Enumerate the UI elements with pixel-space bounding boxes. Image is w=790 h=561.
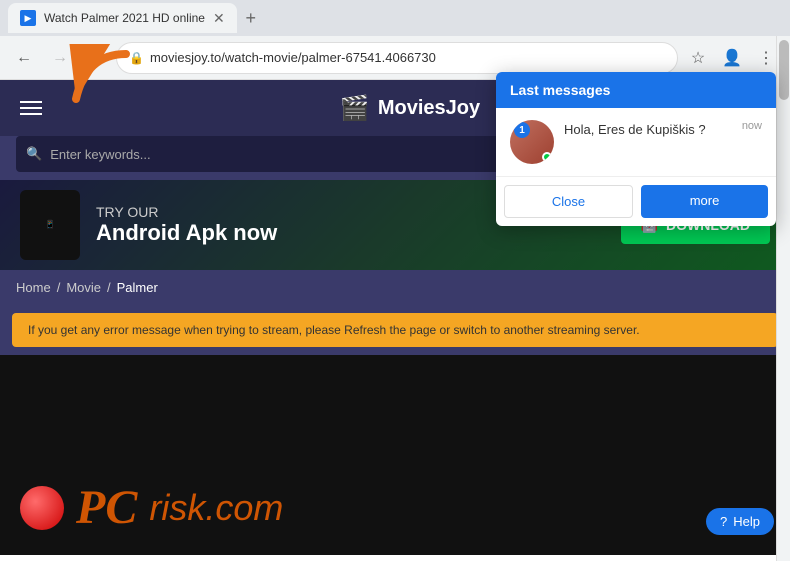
help-label: Help (733, 514, 760, 529)
breadcrumb: Home / Movie / Palmer (0, 270, 790, 305)
search-icon: 🔍 (26, 146, 42, 162)
chat-time: now (742, 120, 762, 132)
online-dot (542, 152, 552, 162)
chat-header: Last messages (496, 72, 776, 108)
breadcrumb-home[interactable]: Home (16, 280, 51, 295)
chat-header-text: Last messages (510, 82, 610, 98)
warning-bar: If you get any error message when trying… (12, 313, 778, 347)
back-button[interactable]: ← (8, 42, 40, 74)
nav-actions: ☆ 👤 ⋮ (682, 42, 782, 74)
ad-phone-mockup: 📱 (20, 190, 80, 260)
new-tab-button[interactable]: + (237, 4, 265, 32)
chat-close-button[interactable]: Close (504, 185, 633, 218)
bookmark-button[interactable]: ☆ (682, 42, 714, 74)
browser-window: ▶ Watch Palmer 2021 HD online ✕ + ← → ↻ … (0, 0, 790, 561)
account-button[interactable]: 👤 (716, 42, 748, 74)
site-logo: 🎬 MoviesJoy (340, 94, 480, 123)
video-area[interactable]: PC risk.com ? Help (0, 355, 790, 555)
tab-title: Watch Palmer 2021 HD online (44, 11, 205, 25)
close-label: Close (552, 194, 585, 209)
breadcrumb-movie[interactable]: Movie (66, 280, 101, 295)
hamburger-line-3 (20, 113, 42, 115)
help-button[interactable]: ? Help (706, 508, 774, 535)
active-tab[interactable]: ▶ Watch Palmer 2021 HD online ✕ (8, 3, 237, 33)
chat-actions: Close more (496, 177, 776, 226)
watermark-risk: risk.com (149, 487, 283, 529)
watermark-pc: PC (76, 480, 137, 535)
ad-left: 📱 TRY OUR Android Apk now (20, 190, 277, 260)
help-icon: ? (720, 514, 727, 529)
logo-icon: 🎬 (340, 94, 370, 123)
tab-favicon: ▶ (20, 10, 36, 26)
chat-more-button[interactable]: more (641, 185, 768, 218)
lock-icon: 🔒 (129, 51, 144, 65)
breadcrumb-current: Palmer (117, 280, 158, 295)
address-bar[interactable]: 🔒 moviesjoy.to/watch-movie/palmer-67541.… (116, 42, 678, 74)
breadcrumb-sep1: / (57, 280, 61, 295)
ad-text: TRY OUR Android Apk now (96, 204, 277, 246)
search-placeholder: Enter keywords... (50, 147, 150, 162)
chat-popup: Last messages 1 Hola, Eres de Kupiškis ?… (496, 72, 776, 226)
ad-try-text: TRY OUR (96, 204, 277, 220)
chat-avatar: 1 (510, 120, 554, 164)
warning-text: If you get any error message when trying… (28, 323, 640, 337)
chat-text-area: Hola, Eres de Kupiškis ? (564, 120, 732, 137)
scrollbar-thumb[interactable] (779, 40, 789, 100)
url-text: moviesjoy.to/watch-movie/palmer-67541.40… (150, 50, 665, 65)
hamburger-line-1 (20, 101, 42, 103)
chat-message-text: Hola, Eres de Kupiškis ? (564, 122, 732, 137)
forward-button[interactable]: → (44, 42, 76, 74)
ad-app-name: Android Apk now (96, 220, 277, 246)
breadcrumb-sep2: / (107, 280, 111, 295)
tab-bar: ▶ Watch Palmer 2021 HD online ✕ + (0, 0, 790, 36)
logo-text: MoviesJoy (378, 97, 480, 120)
hamburger-line-2 (20, 107, 42, 109)
watermark: PC risk.com (20, 480, 283, 535)
reload-button[interactable]: ↻ (80, 42, 112, 74)
tab-close[interactable]: ✕ (213, 10, 225, 27)
hamburger-menu[interactable] (16, 97, 46, 119)
pac-ball-icon (20, 486, 64, 530)
chat-message: 1 Hola, Eres de Kupiškis ? now (496, 108, 776, 177)
scrollbar[interactable] (776, 36, 790, 561)
more-label: more (690, 193, 720, 208)
chat-user-num: 1 (514, 122, 530, 138)
